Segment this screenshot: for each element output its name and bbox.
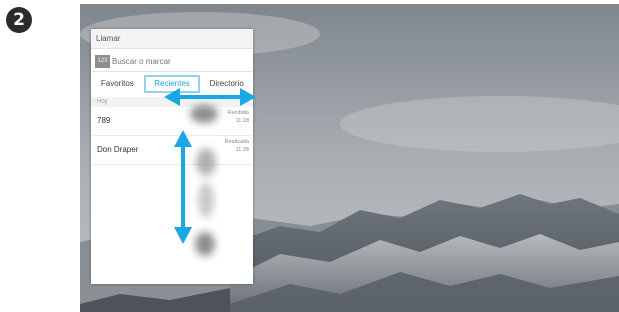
tab-bar: Favoritos Recientes Directorio [91, 75, 253, 95]
screen: 2 Llamar 123 Buscar o marcar Favoritos R… [0, 0, 619, 312]
call-status: Recibida [227, 110, 249, 116]
call-name: Don Draper [97, 145, 139, 154]
tab-directorio[interactable]: Directorio [200, 75, 253, 93]
recent-call-item[interactable]: Don Draper Realizada 11:28 [91, 136, 253, 165]
section-label-today: Hoy [91, 97, 253, 107]
search-row: 123 [91, 51, 253, 72]
call-time: 11:28 [235, 118, 249, 124]
tab-favoritos[interactable]: Favoritos [91, 75, 144, 93]
keypad-button[interactable]: 123 [95, 55, 110, 68]
search-input[interactable] [112, 54, 242, 68]
call-dialog: Llamar 123 Favoritos Recientes Directori… [91, 29, 253, 284]
call-name: 789 [97, 116, 111, 125]
call-status: Realizada [224, 139, 249, 145]
recent-call-item[interactable]: 789 Recibida 11:28 [91, 107, 253, 136]
step-number-badge: 2 [6, 7, 32, 33]
call-time: 11:28 [235, 147, 249, 153]
tab-recientes[interactable]: Recientes [143, 75, 201, 93]
dialog-title: Llamar [91, 29, 253, 49]
